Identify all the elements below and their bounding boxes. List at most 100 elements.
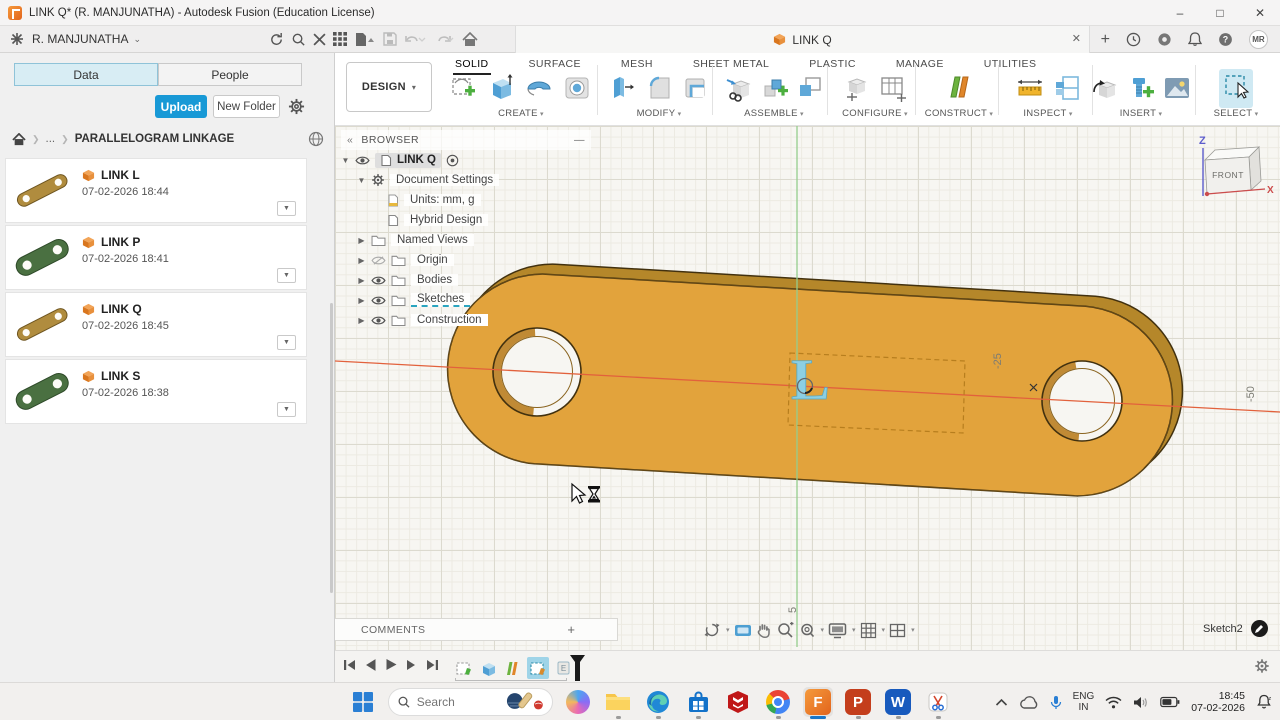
timeline-feature-sketch2-selected[interactable] <box>527 657 549 679</box>
pan-icon[interactable] <box>756 622 772 639</box>
upload-button[interactable]: Upload <box>155 95 207 118</box>
caret-right-icon[interactable]: ▶ <box>357 276 366 285</box>
browser-row-origin[interactable]: ▶ Origin <box>341 250 591 270</box>
add-comment-icon[interactable]: + <box>567 622 575 637</box>
clear-icon[interactable] <box>313 32 326 46</box>
browser-row-hybrid[interactable]: Hybrid Design <box>341 210 591 230</box>
minimize-button[interactable]: – <box>1160 0 1200 25</box>
language-indicator[interactable]: ENG IN <box>1073 691 1095 713</box>
extensions-icon[interactable] <box>1157 32 1172 47</box>
browser-row-named-views[interactable]: ▶ Named Views <box>341 230 591 250</box>
job-status-icon[interactable] <box>10 32 24 46</box>
browser-row-construction[interactable]: ▶ Construction <box>341 310 591 330</box>
group-label-modify[interactable]: MODIFY <box>603 108 715 119</box>
shell-icon[interactable] <box>681 74 709 102</box>
tray-chevron-up-icon[interactable] <box>995 698 1008 707</box>
timeline-go-end-icon[interactable] <box>426 659 439 671</box>
browser-header[interactable]: « BROWSER — <box>341 130 591 150</box>
breadcrumb-ellipsis[interactable]: ... <box>46 133 56 145</box>
press-pull-icon[interactable] <box>609 74 637 102</box>
taskbar-copilot[interactable] <box>563 687 593 717</box>
units-label[interactable]: Units: mm, g <box>404 194 481 206</box>
insert-fastener-icon[interactable] <box>1127 74 1155 102</box>
wifi-icon[interactable] <box>1105 696 1122 709</box>
timeline-step-back-icon[interactable] <box>365 658 376 671</box>
browser-root-label[interactable]: LINK Q <box>397 154 436 166</box>
search-input[interactable] <box>416 695 497 709</box>
hole-icon[interactable] <box>562 73 592 103</box>
visibility-eye-icon[interactable] <box>371 315 386 326</box>
file-card-link-l[interactable]: LINK L 07-02-2026 18:44 ▼ <box>6 159 306 222</box>
group-label-construct[interactable]: CONSTRUCT <box>920 108 998 119</box>
canvas-image-icon[interactable] <box>1163 75 1191 101</box>
timeline-go-start-icon[interactable] <box>343 659 356 671</box>
comments-bar[interactable]: COMMENTS + <box>335 618 618 641</box>
taskbar-fusion-active[interactable]: F <box>803 687 833 719</box>
group-label-insert[interactable]: INSERT <box>1087 108 1195 119</box>
taskbar-powerpoint[interactable]: P <box>843 687 873 719</box>
active-sketch-indicator[interactable]: Sketch2 <box>1203 620 1268 637</box>
start-button[interactable] <box>348 687 378 717</box>
caret-down-icon[interactable]: ▼ <box>341 156 350 165</box>
visibility-off-eye-icon[interactable] <box>371 255 386 266</box>
group-label-configure[interactable]: CONFIGURE <box>832 108 918 119</box>
tray-clock[interactable]: 18:45 07-02-2026 <box>1191 690 1245 714</box>
section-analysis-icon[interactable] <box>1053 74 1081 102</box>
browser-row-root[interactable]: ▼ LINK Q <box>341 150 591 170</box>
browser-row-bodies[interactable]: ▶ Bodies <box>341 270 591 290</box>
revolve-icon[interactable] <box>524 73 554 103</box>
caret-right-icon[interactable]: ▶ <box>357 236 366 245</box>
visibility-eye-icon[interactable] <box>371 295 386 306</box>
sketch-text-letter[interactable]: L <box>791 347 830 413</box>
apps-grid-icon[interactable] <box>333 32 347 46</box>
help-icon[interactable]: ? <box>1218 32 1233 47</box>
group-label-select[interactable]: SELECT <box>1201 108 1271 119</box>
select-tool-icon[interactable] <box>1221 70 1251 101</box>
configure-icon[interactable] <box>843 74 871 102</box>
hybrid-label[interactable]: Hybrid Design <box>404 214 489 226</box>
taskbar-snipping-tool[interactable] <box>923 687 953 719</box>
viewports-icon[interactable] <box>889 623 906 638</box>
timeline-settings-gear-icon[interactable] <box>1254 658 1270 674</box>
browser-minimize-icon[interactable]: — <box>574 134 585 146</box>
viewport-canvas[interactable]: L -25 -50 5 Z FRONT X « BROWSER — ▼ LINK… <box>335 126 1280 650</box>
new-tab-icon[interactable]: + <box>1101 31 1110 49</box>
caret-right-icon[interactable]: ▶ <box>357 296 366 305</box>
browser-row-units[interactable]: Units: mm, g <box>341 190 591 210</box>
doc-settings-label[interactable]: Document Settings <box>390 174 500 186</box>
undo-icon[interactable] <box>404 33 426 46</box>
workspace-switcher[interactable]: DESIGN <box>346 62 432 112</box>
user-menu-caret-icon[interactable]: ⌄ <box>133 34 141 45</box>
taskbar-edge[interactable] <box>643 687 673 719</box>
file-dropdown-button[interactable]: ▼ <box>277 335 296 350</box>
user-avatar[interactable]: MR <box>1249 30 1268 49</box>
maximize-button[interactable]: □ <box>1200 0 1240 25</box>
tab-people[interactable]: People <box>158 63 302 86</box>
sync-icon[interactable] <box>269 32 284 47</box>
globe-icon[interactable] <box>308 131 324 147</box>
notifications-bell-icon[interactable] <box>1188 32 1202 47</box>
caret-right-icon[interactable]: ▶ <box>357 316 366 325</box>
file-dropdown-button[interactable]: ▼ <box>277 268 296 283</box>
joint-icon[interactable] <box>761 74 789 102</box>
tab-close-icon[interactable]: ✕ <box>1072 32 1081 45</box>
file-dropdown-button[interactable]: ▼ <box>277 402 296 417</box>
caret-right-icon[interactable]: ▶ <box>357 256 366 265</box>
orbit-icon[interactable] <box>703 621 721 639</box>
microphone-icon[interactable] <box>1050 695 1062 710</box>
user-name[interactable]: R. MANJUNATHA <box>32 32 128 46</box>
battery-icon[interactable] <box>1160 696 1180 708</box>
file-card-link-q[interactable]: LINK Q 07-02-2026 18:45 ▼ <box>6 293 306 356</box>
new-folder-button[interactable]: New Folder <box>213 95 280 118</box>
look-at-icon[interactable] <box>734 623 752 638</box>
file-card-link-p[interactable]: LINK P 07-02-2026 18:41 ▼ <box>6 226 306 289</box>
timeline-feature-extrude[interactable] <box>479 659 497 677</box>
browser-row-sketches[interactable]: ▶ Sketches <box>341 290 591 310</box>
bodies-label[interactable]: Bodies <box>411 274 459 286</box>
onedrive-cloud-icon[interactable] <box>1019 695 1039 709</box>
display-settings-icon[interactable] <box>828 622 847 639</box>
viewcube-front-label[interactable]: FRONT <box>1212 170 1244 180</box>
home-icon[interactable] <box>462 31 478 47</box>
panel-settings-gear-icon[interactable] <box>288 98 305 115</box>
sketches-label[interactable]: Sketches <box>411 293 471 307</box>
